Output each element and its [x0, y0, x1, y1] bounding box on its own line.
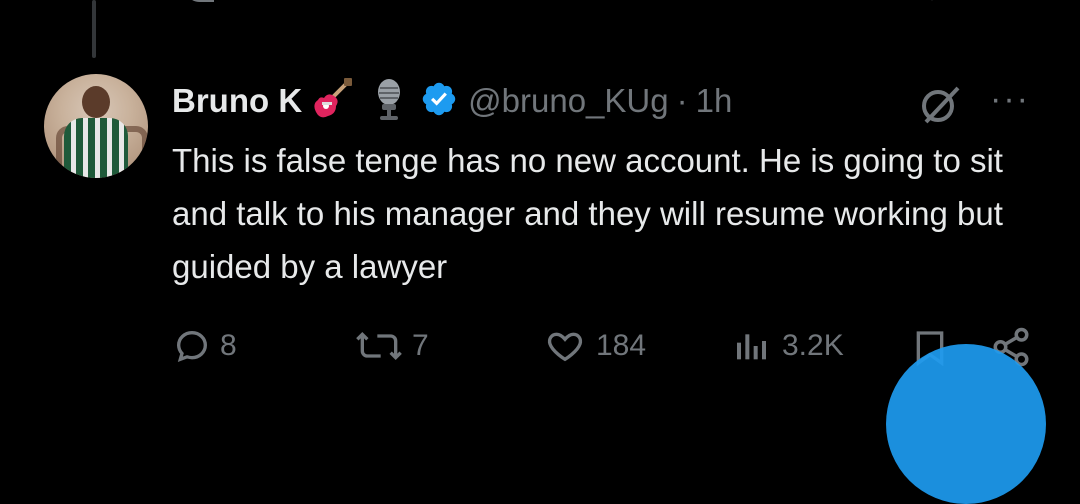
guitar-emoji-icon: [310, 77, 354, 125]
views-button[interactable]: 3.2K: [730, 326, 844, 366]
like-button[interactable]: 184: [542, 326, 646, 366]
previous-tweet-actions: [0, 0, 1080, 18]
reply-button[interactable]: 8: [172, 326, 237, 366]
microphone-emoji-icon: [370, 78, 408, 125]
prev-bookmark-icon[interactable]: [914, 0, 950, 2]
heart-icon: [547, 332, 583, 362]
verified-badge-icon[interactable]: [420, 80, 458, 123]
reply-count: 8: [220, 329, 237, 362]
like-count: 184: [596, 329, 647, 362]
repost-button[interactable]: 7: [354, 326, 429, 366]
grok-icon[interactable]: [918, 82, 962, 131]
repost-count: 7: [412, 329, 429, 362]
prev-reply-icon[interactable]: [180, 0, 220, 4]
view-count: 3.2K: [782, 329, 844, 362]
author-handle[interactable]: @bruno_KUg: [468, 82, 668, 120]
timestamp[interactable]: 1h: [696, 82, 733, 120]
separator-dot: ·: [676, 82, 688, 119]
avatar[interactable]: [44, 74, 148, 178]
tweet-header: Bruno K @bruno_KUg · 1h: [172, 77, 733, 125]
reply-icon: [176, 330, 208, 363]
views-icon: [737, 334, 766, 360]
prev-repost-icon[interactable]: [355, 0, 415, 4]
tweet-text: This is false tenge has no new account. …: [172, 142, 1003, 285]
repost-icon: [356, 331, 402, 361]
compose-fab-button[interactable]: [886, 344, 1046, 504]
more-icon[interactable]: ···: [990, 80, 1030, 119]
author-name[interactable]: Bruno K: [172, 82, 302, 120]
prev-views-icon[interactable]: [728, 0, 848, 4]
prev-share-icon[interactable]: [1014, 0, 1040, 2]
prev-like-icon[interactable]: [550, 0, 660, 4]
